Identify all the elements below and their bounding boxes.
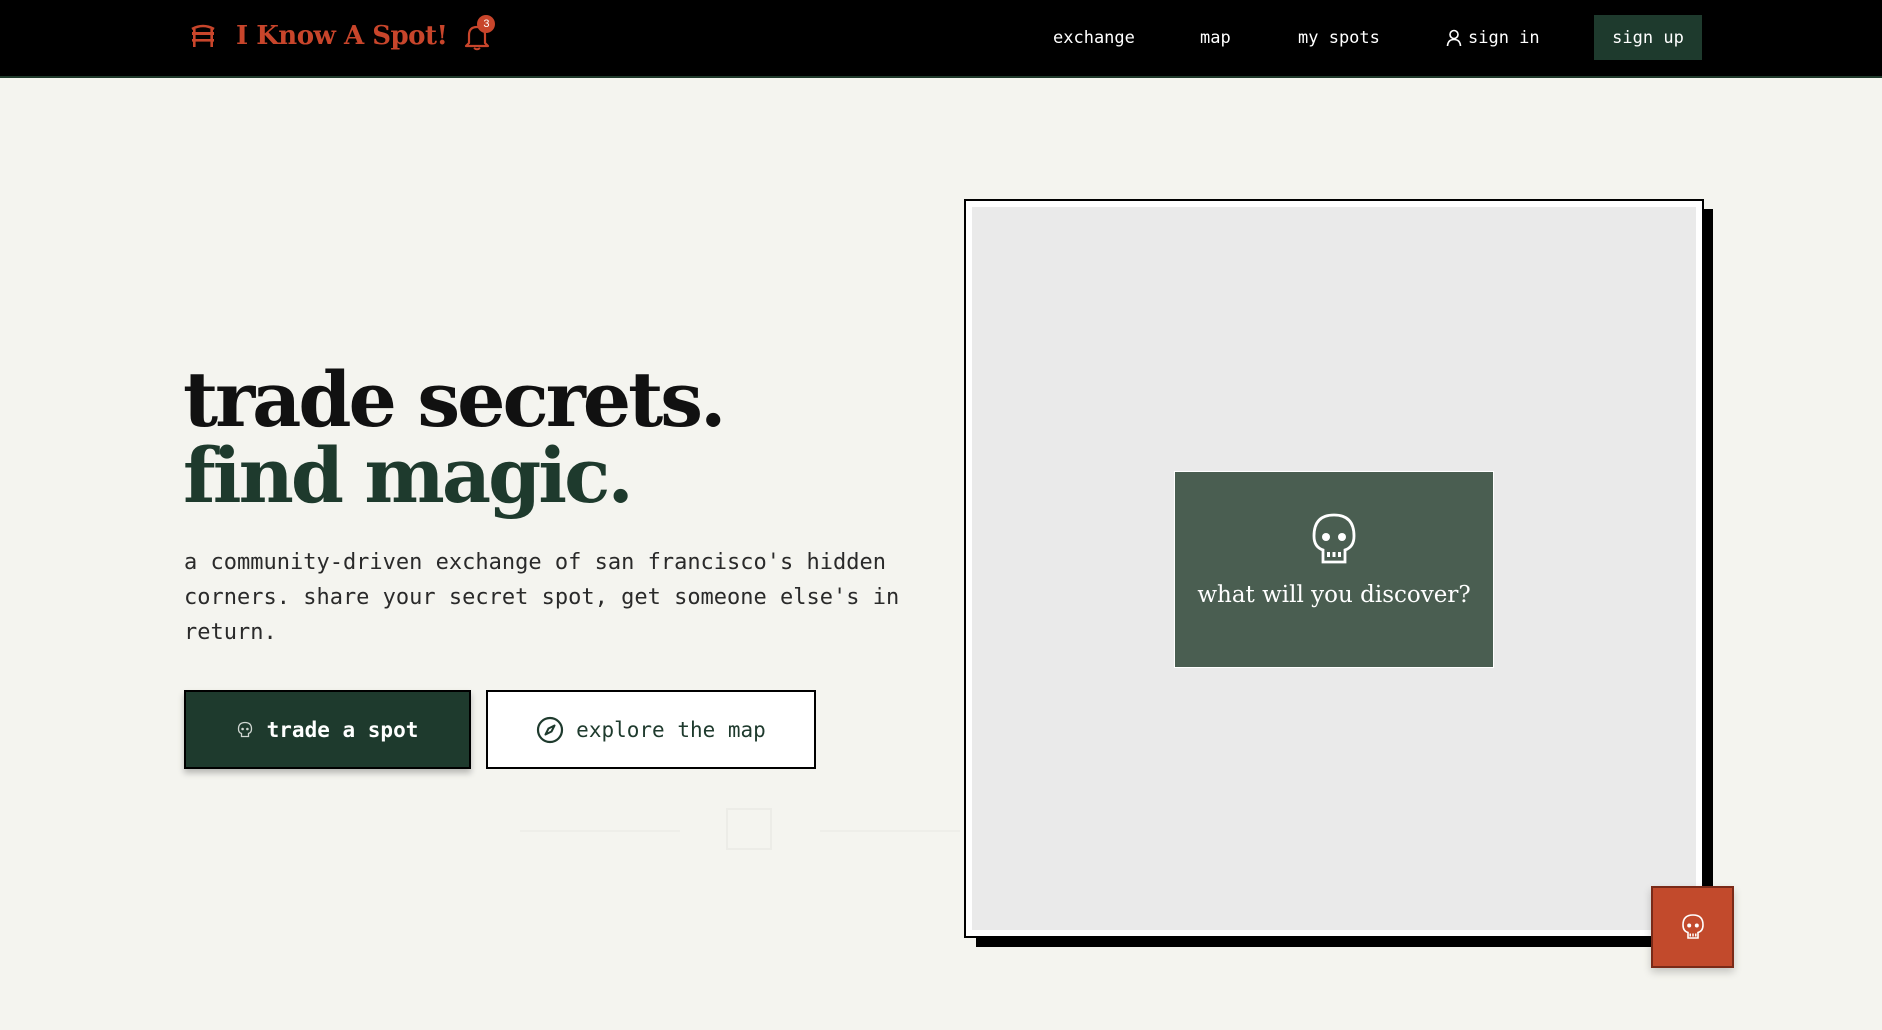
- trade-a-spot-button[interactable]: trade a spot: [184, 690, 471, 769]
- trade-a-spot-label: trade a spot: [266, 717, 419, 742]
- nav-link-my-spots[interactable]: my spots: [1298, 28, 1380, 48]
- hero-description: a community-driven exchange of san franc…: [184, 550, 900, 645]
- explore-the-map-button[interactable]: explore the map: [486, 690, 816, 769]
- brand-name: I Know A Spot!: [236, 21, 448, 51]
- nav-exchange: exchange: [1053, 0, 1135, 76]
- nav-link-sign-in[interactable]: sign in: [1468, 28, 1540, 48]
- notifications-button[interactable]: 3: [463, 15, 496, 51]
- bench-icon: [188, 21, 218, 51]
- hero-title: trade secrets. find magic.: [183, 355, 727, 520]
- nav-link-map[interactable]: map: [1200, 28, 1231, 48]
- sign-up-button[interactable]: sign up: [1594, 15, 1702, 60]
- skull-icon: [237, 721, 252, 737]
- decorative-line: [520, 830, 680, 832]
- top-navbar: I Know A Spot! 3 exchange map my spots s…: [0, 0, 1882, 78]
- nav-my-spots: my spots: [1298, 0, 1380, 76]
- nav-map: map: [1200, 0, 1231, 76]
- skull-icon: [1312, 513, 1356, 564]
- nav-sign-in[interactable]: sign in: [1446, 0, 1540, 76]
- skull-icon: [1681, 914, 1704, 939]
- brand[interactable]: I Know A Spot! 3: [188, 15, 496, 56]
- hero-title-line1: trade secrets.: [183, 355, 727, 444]
- notification-badge: 3: [477, 15, 496, 33]
- hero-title-line2: find magic.: [183, 431, 634, 520]
- user-icon: [1446, 29, 1462, 47]
- compass-icon: [537, 716, 564, 743]
- nav-link-exchange[interactable]: exchange: [1053, 28, 1135, 48]
- discover-overlay[interactable]: what will you discover?: [1174, 471, 1494, 668]
- decorative-frame: [726, 808, 772, 850]
- decorative-line: [820, 830, 960, 832]
- explore-the-map-label: explore the map: [576, 717, 766, 742]
- floating-skull-button[interactable]: [1651, 886, 1734, 968]
- discover-prompt: what will you discover?: [1197, 582, 1471, 608]
